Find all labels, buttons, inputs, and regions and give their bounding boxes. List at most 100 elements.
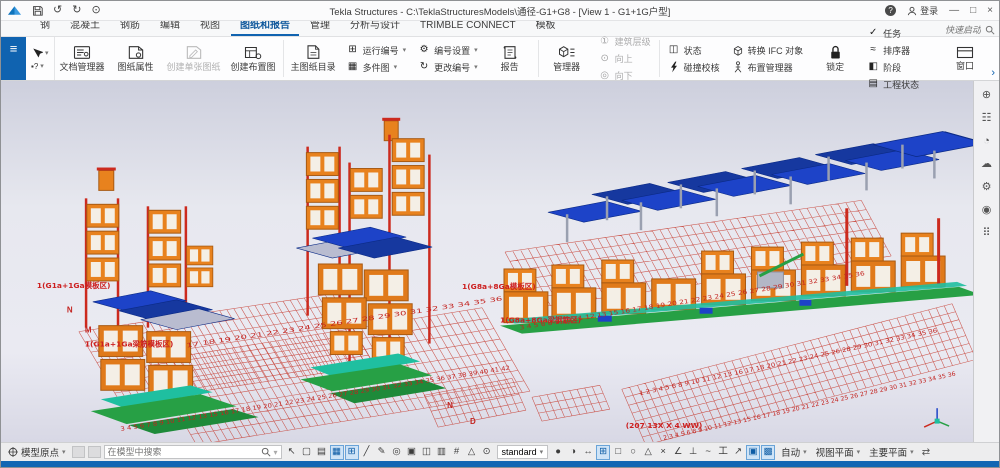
side-panels-icon[interactable]: ☷ [977, 108, 997, 128]
hierarchy-down-button[interactable]: ◎向下 [596, 68, 654, 83]
create-ga-drawing-button[interactable]: 创建布置图 [226, 37, 281, 80]
file-menu-button[interactable]: ≡ [1, 37, 26, 80]
selection-mode-dropdown[interactable]: standard▾ [497, 445, 549, 459]
side-apps-icon[interactable]: ⠿ [977, 223, 997, 243]
reports-button[interactable]: 报告 [484, 37, 536, 80]
maximize-button[interactable]: □ [970, 5, 976, 16]
tab-rebar[interactable]: 钢筋 [111, 19, 149, 36]
work-plane-dropdown[interactable]: 主要平面▾ [866, 445, 917, 459]
select-drawing-icon[interactable]: ✎ [375, 445, 389, 460]
tab-analysis-design[interactable]: 分析与设计 [341, 19, 409, 36]
snap-points-icon[interactable]: ● [551, 445, 565, 460]
snap-midpoint-icon[interactable]: ◑ [566, 445, 580, 460]
redo-icon[interactable]: ↻ [72, 5, 81, 16]
select-bolts-icon[interactable]: ⊙ [480, 445, 494, 460]
snap-angle-icon[interactable]: ∠ [671, 445, 685, 460]
drawing-properties-icon [126, 44, 146, 61]
master-drawing-catalog-button[interactable]: 主图纸目录 [286, 37, 341, 80]
change-numbering-button[interactable]: ↻更改编号▾ [415, 60, 481, 75]
save-icon[interactable] [32, 5, 43, 16]
building-hierarchy-button[interactable]: ①建筑层级 [596, 34, 654, 49]
lock-button[interactable]: 锁定 [809, 37, 861, 80]
multi-drawing-button[interactable]: ▦多件图▾ [344, 60, 410, 75]
select-cursor-icon[interactable]: ↖ [285, 445, 299, 460]
select-tool-button[interactable]: ▾ [31, 47, 49, 59]
mini-toolbar-button-2[interactable] [88, 446, 101, 458]
tab-formwork[interactable]: 模板 [527, 19, 565, 36]
snap-circle-icon[interactable]: ○ [626, 445, 640, 460]
tasks-button[interactable]: ✓任务 [864, 26, 922, 41]
project-status-button[interactable]: ▤工程状态 [864, 77, 922, 92]
window-button[interactable]: 窗口 [939, 43, 991, 74]
snap-extension-icon[interactable]: ↔ [581, 445, 595, 460]
snap-perpendicular-icon[interactable]: ⊥ [686, 445, 700, 460]
tab-drawings-reports[interactable]: 图纸和报告 [231, 19, 299, 36]
select-area-icon[interactable]: ▢ [300, 445, 314, 460]
side-camera-icon[interactable]: ◉ [977, 200, 997, 220]
quick-access-menu-icon[interactable]: ⊙ [91, 5, 100, 16]
numbering-settings-button[interactable]: ⚙编号设置▾ [415, 43, 481, 58]
create-single-drawing-button[interactable]: 创建单张图纸 [162, 37, 226, 80]
down-icon: ◎ [599, 71, 611, 81]
snap-beam-icon[interactable]: 工 [716, 445, 730, 460]
side-clock-icon[interactable]: ◔ [977, 131, 997, 151]
model-view-3d[interactable]: 17 18 19 20 21 22 23 24 25 26 27 28 29 3… [1, 81, 973, 442]
perform-numbering-button[interactable]: ⊞运行编号▾ [344, 43, 410, 58]
sequencer-button[interactable]: ≈排序器 [864, 43, 922, 58]
select-welds-icon[interactable]: △ [465, 445, 479, 460]
organizer-button[interactable]: 管理器 [541, 37, 593, 80]
model-search-input[interactable] [108, 447, 258, 457]
snap-diagonal-icon[interactable]: ↗ [731, 445, 745, 460]
ribbon-expand-chevron[interactable]: › [991, 67, 995, 79]
mini-toolbar-button-1[interactable] [72, 446, 85, 458]
convert-ifc-button[interactable]: 转换 IFC 对象 [729, 43, 807, 58]
select-mesh-icon[interactable]: # [450, 445, 464, 460]
close-button[interactable]: × [987, 5, 993, 16]
side-settings-icon[interactable]: ⚙ [977, 177, 997, 197]
undo-icon[interactable]: ↺ [53, 5, 62, 16]
tab-edit[interactable]: 编辑 [151, 19, 189, 36]
pan-toggle-icon[interactable]: ⇄ [922, 447, 930, 458]
search-options-icon[interactable]: ▾ [274, 448, 278, 457]
select-rebar-icon[interactable]: ▥ [435, 445, 449, 460]
status-button[interactable]: ◫状态 [665, 43, 723, 58]
auto-dropdown[interactable]: 自动▾ [778, 445, 810, 459]
ribbon-tab-row: 钢混凝土钢筋编辑视图图纸和报告管理分析与设计TRIMBLE CONNECT模板 [1, 21, 999, 37]
select-parts-icon[interactable]: ▤ [315, 445, 329, 460]
select-lines-icon[interactable]: ╱ [360, 445, 374, 460]
search-icon[interactable] [261, 447, 271, 457]
hierarchy-up-button[interactable]: ⊙向上 [596, 51, 654, 66]
snap-intersection-icon[interactable]: × [656, 445, 670, 460]
phases-button[interactable]: ◧阶段 [864, 60, 922, 75]
model-origin-dropdown[interactable]: 模型原点▾ [5, 445, 69, 459]
layout-manager-button[interactable]: 布置管理器 [729, 60, 807, 75]
document-manager-button[interactable]: 文档管理器 [55, 37, 110, 80]
drawing-properties-button[interactable]: 图纸属性 [110, 37, 162, 80]
snap-grid-icon[interactable]: ⊞ [596, 445, 610, 460]
tasks-icon: ✓ [867, 28, 879, 38]
side-move-icon[interactable]: ⊕ [977, 85, 997, 105]
snap-triangle-icon[interactable]: △ [641, 445, 655, 460]
snap-corner-icon[interactable]: □ [611, 445, 625, 460]
snap-curve-icon[interactable]: ~ [701, 445, 715, 460]
snap-mesh-icon[interactable]: ▩ [761, 445, 775, 460]
tab-view[interactable]: 视图 [191, 19, 229, 36]
tab-trimble-connect[interactable]: TRIMBLE CONNECT [411, 19, 525, 36]
select-assemblies-icon[interactable]: ⊞ [345, 445, 359, 460]
cursor-icon [31, 47, 43, 59]
tab-concrete[interactable]: 混凝土 [61, 19, 109, 36]
view-plane-dropdown[interactable]: 视图平面▾ [813, 445, 864, 459]
tab-manage[interactable]: 管理 [301, 19, 339, 36]
select-components-icon[interactable]: ▦ [330, 445, 344, 460]
select-filter-button[interactable]: ▪?▾ [31, 62, 49, 71]
snap-box-icon[interactable]: ▣ [746, 445, 760, 460]
select-views-icon[interactable]: ◫ [420, 445, 434, 460]
select-grids-icon[interactable]: ▣ [405, 445, 419, 460]
login-button[interactable]: 登录 [907, 4, 938, 17]
select-points-icon[interactable]: ◎ [390, 445, 404, 460]
minimize-button[interactable]: — [949, 5, 959, 16]
side-cloud-icon[interactable]: ☁ [977, 154, 997, 174]
clash-check-button[interactable]: 碰撞校核 [665, 60, 723, 75]
tab-steel[interactable]: 钢 [31, 19, 59, 36]
help-icon[interactable]: ? [885, 5, 896, 16]
